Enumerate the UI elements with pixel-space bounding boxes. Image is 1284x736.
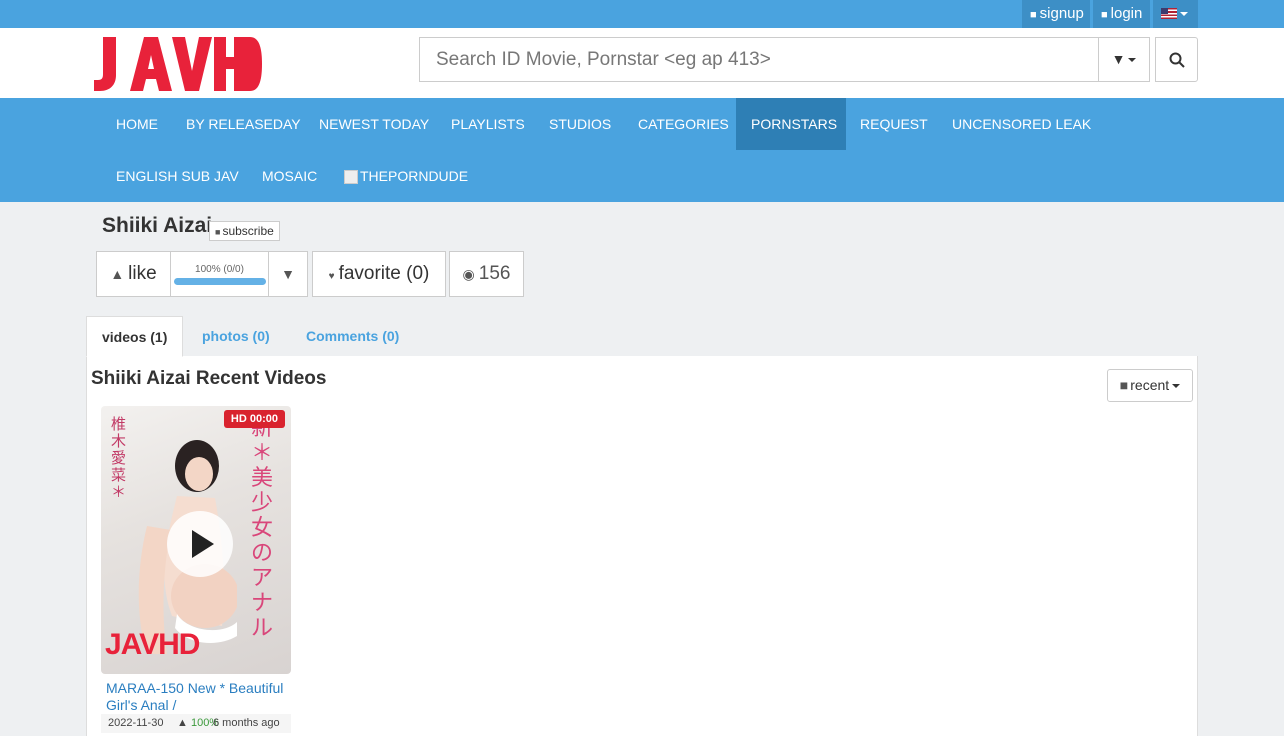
site-header: ▼ [0, 28, 1284, 98]
login-label: login [1110, 5, 1143, 22]
bell-icon: ■ [215, 227, 221, 237]
video-card[interactable]: 椎木愛菜＊ 新＊美少女のアナル JAVHD HD 00:00 MARAA-150… [101, 406, 291, 714]
nav-uncensored-leak[interactable]: UNCENSORED LEAK [937, 98, 1106, 150]
video-title-link[interactable]: MARAA-150 New * Beautiful Girl's Anal / [101, 674, 291, 714]
video-meta: 2022-11-30 ▲ 100% 6 months ago [101, 714, 291, 733]
hd-duration-badge: HD 00:00 [223, 410, 285, 428]
sort-label: recent [1130, 377, 1170, 393]
thumbs-down-icon: ▼ [281, 266, 295, 282]
nav-english-sub-jav[interactable]: ENGLISH SUB JAV [101, 150, 254, 202]
nav-home[interactable]: HOME [101, 98, 173, 150]
tab-photos[interactable]: photos (0) [187, 316, 285, 357]
rating-bar-fill [174, 278, 266, 285]
tab-comments[interactable]: Comments (0) [291, 316, 414, 357]
chevron-down-icon [1180, 12, 1188, 17]
nav-newest-today[interactable]: NEWEST TODAY [304, 98, 444, 150]
nav-categories[interactable]: CATEGORIES [623, 98, 744, 150]
broken-image-icon [344, 170, 358, 185]
site-logo[interactable] [92, 33, 264, 93]
user-plus-icon: ■ [1030, 9, 1037, 21]
nav-studios[interactable]: STUDIOS [534, 98, 626, 150]
pornstar-name: Shiiki Aizai [102, 214, 213, 237]
search-input[interactable] [420, 38, 1098, 81]
view-count-value: 156 [478, 263, 511, 284]
us-flag-icon [1161, 7, 1177, 19]
tab-videos[interactable]: videos (1) [86, 316, 184, 357]
thumbnail-watermark: JAVHD [105, 628, 200, 661]
cover-text-left: 椎木愛菜＊ [111, 415, 127, 501]
section-title: Shiiki Aizai Recent Videos [91, 368, 327, 389]
chevron-down-icon [1128, 58, 1137, 63]
nav-theporndude-label: THEPORNDUDE [360, 168, 469, 184]
signup-label: signup [1039, 5, 1084, 22]
search-icon [1169, 52, 1185, 68]
nav-pornstars[interactable]: PORNSTARS [736, 98, 846, 150]
nav-theporndude[interactable]: THEPORNDUDE [329, 150, 483, 202]
language-dropdown[interactable] [1153, 0, 1198, 28]
sort-icon: ■ [1119, 377, 1129, 393]
search-box [419, 37, 1099, 82]
chevron-down-icon [1172, 384, 1181, 389]
view-count: ◉ 156 [449, 251, 524, 297]
nav-mosaic[interactable]: MOSAIC [247, 150, 332, 202]
top-bar: ■ signup ■ login [0, 0, 1284, 28]
signup-button[interactable]: ■ signup [1022, 0, 1090, 28]
sign-in-icon: ■ [1101, 9, 1108, 21]
sort-dropdown[interactable]: ■ recent [1107, 369, 1193, 402]
subscribe-label: subscribe [222, 224, 274, 238]
cover-text-right: 新＊美少女のアナル [251, 416, 274, 641]
video-age: 6 months ago [213, 717, 280, 729]
subscribe-button[interactable]: ■ subscribe [209, 221, 280, 241]
rating-text: 100% (0/0) [195, 264, 244, 275]
filter-icon: ▼ [1111, 51, 1126, 67]
nav-request[interactable]: REQUEST [845, 98, 943, 150]
favorite-button[interactable]: ♥ favorite (0) [312, 251, 446, 297]
search-filter-dropdown[interactable]: ▼ [1098, 37, 1150, 82]
rating-bar [174, 278, 266, 285]
dislike-button[interactable]: ▼ [268, 251, 308, 297]
rating-meter: 100% (0/0) [170, 251, 269, 297]
like-label: like [128, 263, 157, 284]
login-button[interactable]: ■ login [1093, 0, 1150, 28]
like-button[interactable]: ▲ like [96, 251, 171, 297]
nav-playlists[interactable]: PLAYLISTS [436, 98, 540, 150]
video-date: 2022-11-30 [108, 717, 164, 729]
thumbs-up-icon: ▲ [177, 717, 188, 729]
play-icon[interactable] [167, 511, 233, 577]
thumbs-up-icon: ▲ [110, 266, 125, 282]
search-button[interactable] [1155, 37, 1198, 82]
eye-icon: ◉ [462, 266, 475, 282]
nav-by-releaseday[interactable]: BY RELEASEDAY [171, 98, 316, 150]
video-thumbnail[interactable]: 椎木愛菜＊ 新＊美少女のアナル JAVHD HD 00:00 [101, 406, 291, 674]
heart-icon: ♥ [328, 271, 335, 282]
main-nav: HOME BY RELEASEDAY NEWEST TODAY PLAYLIST… [0, 98, 1284, 202]
favorite-label: favorite (0) [338, 263, 430, 284]
